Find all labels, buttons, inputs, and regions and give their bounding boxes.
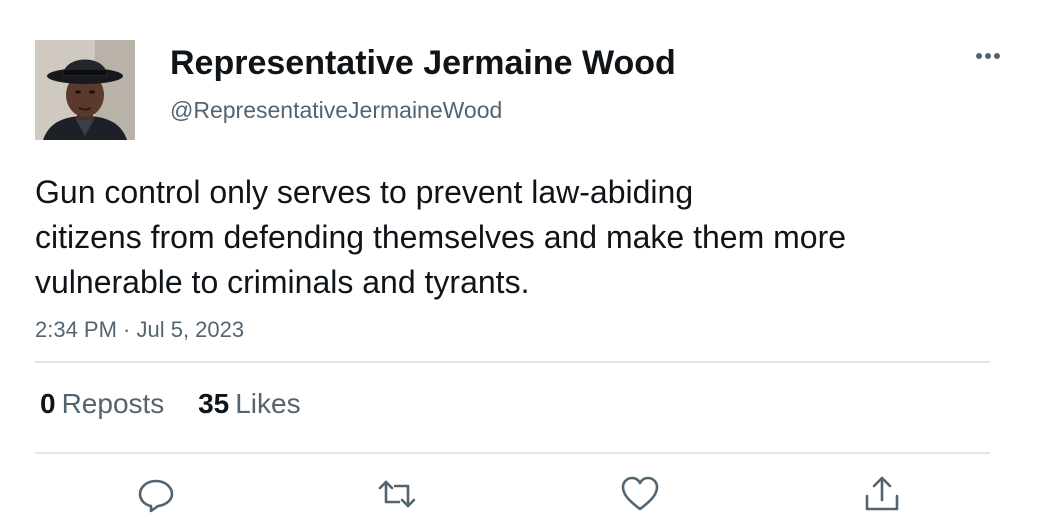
like-button[interactable] bbox=[620, 474, 660, 514]
avatar[interactable] bbox=[35, 40, 135, 140]
likes-label: Likes bbox=[235, 388, 301, 419]
likes-stat[interactable]: 35 Likes bbox=[198, 387, 301, 421]
share-icon bbox=[865, 476, 899, 511]
share-button[interactable] bbox=[862, 474, 902, 514]
author-display-name[interactable]: Representative Jermaine Wood bbox=[170, 42, 676, 84]
reply-button[interactable] bbox=[136, 474, 176, 514]
reposts-count: 0 bbox=[40, 388, 56, 419]
more-options-button[interactable] bbox=[970, 42, 1006, 70]
avatar-photo bbox=[35, 40, 135, 140]
repost-icon bbox=[378, 480, 416, 508]
tweet-stats: 0 Reposts 35 Likes bbox=[40, 387, 327, 421]
repost-button[interactable] bbox=[377, 474, 417, 514]
divider bbox=[35, 452, 990, 454]
heart-icon bbox=[621, 476, 659, 511]
tweet-text-line: vulnerable to criminals and tyrants. bbox=[35, 264, 530, 300]
tweet-text-line: Gun control only serves to prevent law-a… bbox=[35, 174, 694, 210]
more-icon bbox=[976, 53, 1000, 59]
tweet-text: Gun control only serves to prevent law-a… bbox=[35, 170, 995, 305]
reposts-stat[interactable]: 0 Reposts bbox=[40, 387, 164, 421]
reply-icon bbox=[138, 479, 174, 513]
tweet-timestamp[interactable]: 2:34 PM · Jul 5, 2023 bbox=[35, 316, 244, 344]
reposts-label: Reposts bbox=[61, 388, 165, 419]
divider bbox=[35, 361, 990, 363]
author-handle[interactable]: @RepresentativeJermaineWood bbox=[170, 95, 502, 125]
likes-count: 35 bbox=[198, 388, 230, 419]
tweet-text-line: citizens from defending themselves and m… bbox=[35, 219, 847, 255]
